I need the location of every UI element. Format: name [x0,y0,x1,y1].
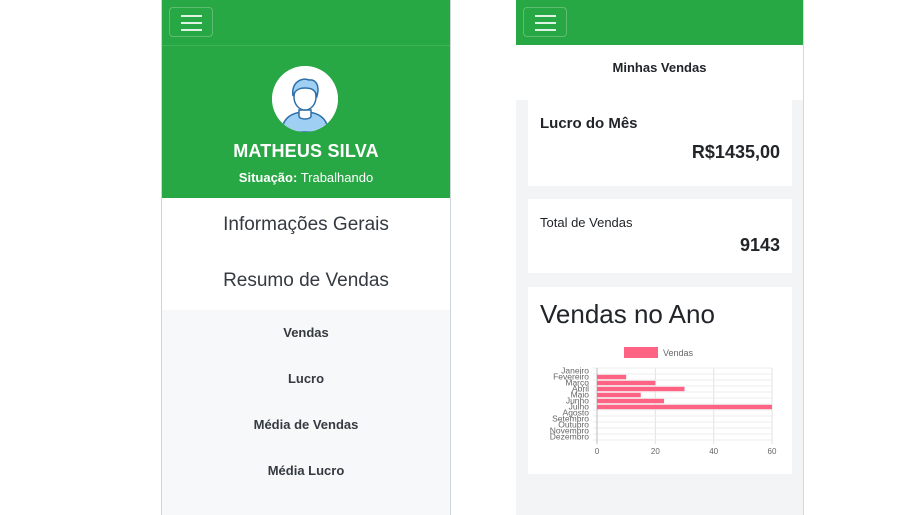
avatar [272,66,338,132]
hamburger-menu-button[interactable] [523,7,567,37]
submenu-item-vendas[interactable]: Vendas [162,310,450,356]
bar-maio [597,392,641,398]
total-vendas-card: Total de Vendas 9143 [528,199,792,273]
main-menu: Informações Gerais Resumo de Vendas [162,198,450,310]
bar-fevereiro [597,374,627,380]
lucro-label: Lucro do Mês [540,115,638,132]
submenu-item-media-lucro[interactable]: Média Lucro [162,448,450,494]
legend-swatch [624,347,658,358]
navbar [162,0,450,46]
y-tick-label: Dezembro [550,432,589,442]
user-name: MATHEUS SILVA [233,141,379,161]
profile-header: MATHEUS SILVA Situação: Trabalhando [162,46,450,198]
menu-item-informacoes-gerais[interactable]: Informações Gerais [162,198,450,254]
total-vendas-label: Total de Vendas [540,215,633,230]
x-tick-label: 40 [709,447,718,456]
bar-março [597,380,656,386]
legend-label: Vendas [663,348,694,358]
hamburger-line [181,29,202,31]
hamburger-line [181,22,202,24]
sub-menu: Vendas Lucro Média de Vendas Média Lucro [162,310,450,494]
x-tick-label: 0 [595,447,600,456]
lucro-value: R$1435,00 [691,142,780,162]
hamburger-icon [181,15,202,17]
bar-junho [597,398,665,404]
chart-card: Vendas no Ano Vendas 0 20 40 60 Janeiro Fevere… [528,287,792,474]
hamburger-line [535,22,556,24]
bar-julho [597,404,772,410]
submenu-item-media-de-vendas[interactable]: Média de Vendas [162,402,450,448]
hamburger-icon [535,15,556,17]
total-vendas-value: 9143 [739,235,780,255]
user-status: Situação: Trabalhando [162,170,450,185]
right-phone-screen: Minhas Vendas Lucro do Mês R$1435,00 Tot… [516,0,804,515]
hamburger-line [535,29,556,31]
bar-abril [597,386,685,392]
submenu-item-lucro[interactable]: Lucro [162,356,450,402]
menu-item-resumo-de-vendas[interactable]: Resumo de Vendas [162,254,450,310]
user-avatar-icon [272,66,338,132]
hamburger-menu-button[interactable] [169,7,213,37]
navbar [516,0,803,45]
sales-bar-chart: Vendas0 20 40 60JaneiroFevereiroMarçoAbrilM… [550,347,777,456]
page-title: Minhas Vendas [516,45,803,100]
status-value: Trabalhando [300,170,374,185]
left-phone-screen: MATHEUS SILVA Situação: Trabalhando Info… [161,0,451,515]
lucro-card: Lucro do Mês R$1435,00 [528,100,792,186]
x-tick-label: 20 [651,447,660,456]
status-label: Situação: [238,170,298,185]
x-tick-label: 60 [768,447,777,456]
chart-title: Vendas no Ano [540,299,715,329]
